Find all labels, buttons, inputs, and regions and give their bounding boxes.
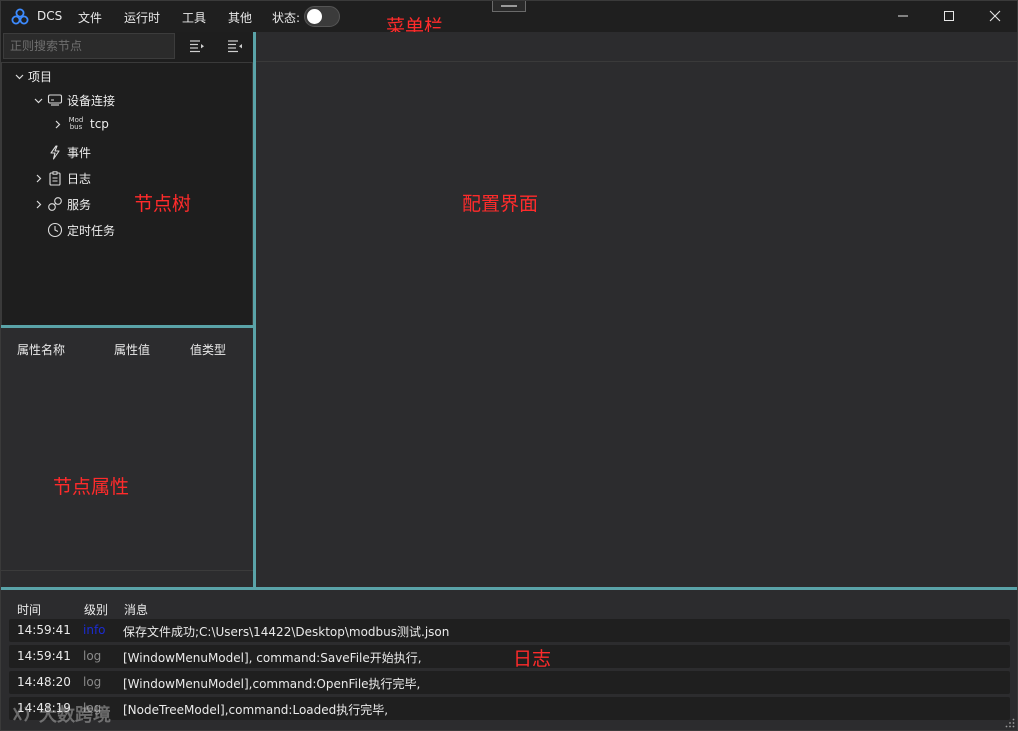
tree-item-label: 定时任务	[67, 223, 116, 238]
expand-all-icon	[190, 40, 204, 53]
log-column-message: 消息	[124, 603, 149, 617]
tree-item-label: tcp	[90, 117, 109, 131]
tree-item-label: 服务	[67, 197, 92, 212]
props-column-name: 属性名称	[17, 343, 66, 357]
title-bar: DCS 文件 运行时 工具 其他 状态: 菜单栏	[1, 1, 1017, 38]
log-time: 14:48:20	[17, 675, 71, 689]
tree-item-scheduled-task[interactable]: 定时任务	[47, 221, 115, 239]
service-link-icon	[47, 196, 63, 212]
log-message: [WindowMenuModel],command:OpenFile执行完毕,	[123, 677, 421, 691]
close-icon	[989, 10, 1001, 22]
menu-runtime[interactable]: 运行时	[124, 9, 160, 26]
log-file-icon	[47, 170, 63, 186]
clock-icon	[47, 222, 63, 238]
modbus-icon-text-bottom: bus	[69, 123, 83, 131]
tree-item-label: 项目	[28, 69, 53, 84]
app-logo-icon	[11, 8, 29, 25]
log-message: 保存文件成功;C:\Users\14422\Desktop\modbus测试.j…	[123, 625, 450, 639]
log-row[interactable]: 14:59:41 log [WindowMenuModel], command:…	[9, 645, 1010, 668]
expand-all-button[interactable]	[186, 35, 208, 57]
status-toggle-knob	[307, 9, 322, 24]
annotation-node-properties: 节点属性	[53, 476, 130, 498]
log-column-time: 时间	[17, 603, 42, 617]
status-toggle[interactable]	[304, 6, 340, 27]
tree-item-label: 设备连接	[67, 93, 116, 108]
collapse-all-icon	[228, 40, 242, 53]
minimize-button[interactable]	[883, 4, 923, 28]
log-row[interactable]: 14:48:20 log [WindowMenuModel],command:O…	[9, 671, 1010, 694]
props-column-type: 值类型	[190, 343, 227, 357]
chevron-down-icon[interactable]	[32, 94, 44, 106]
app-window: DCS 文件 运行时 工具 其他 状态: 菜单栏 正则搜索节点 项目 设备连接 …	[0, 0, 1018, 731]
modbus-icon: Mod bus	[66, 116, 86, 132]
chevron-down-icon[interactable]	[13, 70, 25, 82]
watermark: 大数跨境	[11, 701, 111, 727]
log-level: info	[83, 623, 106, 637]
log-message: [NodeTreeModel],command:Loaded执行完毕,	[123, 703, 389, 717]
resize-grip-icon[interactable]	[1005, 718, 1015, 728]
log-level: log	[83, 649, 102, 663]
log-level: log	[83, 675, 102, 689]
tree-item-service[interactable]: 服务	[32, 195, 91, 213]
app-name: DCS	[37, 9, 63, 23]
tree-item-device-connection[interactable]: 设备连接	[32, 91, 115, 109]
maximize-icon	[944, 11, 954, 21]
node-properties-panel	[1, 328, 253, 587]
config-tab-strip-divider	[256, 61, 1017, 62]
lightning-icon	[47, 144, 63, 160]
chevron-right-icon[interactable]	[32, 172, 44, 184]
annotation-config-panel: 配置界面	[462, 193, 539, 215]
watermark-logo-icon	[13, 706, 30, 722]
device-connection-icon	[47, 92, 63, 108]
chevron-right-icon[interactable]	[32, 198, 44, 210]
tree-item-log[interactable]: 日志	[32, 169, 91, 187]
status-label: 状态:	[272, 11, 301, 25]
menu-file[interactable]: 文件	[78, 9, 102, 26]
chevron-right-icon[interactable]	[51, 118, 63, 130]
drag-handle[interactable]	[492, 1, 526, 12]
tree-item-project[interactable]: 项目	[13, 67, 52, 85]
menu-tools[interactable]: 工具	[182, 9, 206, 26]
minimize-icon	[898, 15, 908, 17]
tree-item-event[interactable]: 事件	[47, 143, 91, 161]
log-message: [WindowMenuModel], command:SaveFile开始执行,	[123, 651, 422, 665]
log-row[interactable]: 14:48:19 log [NodeTreeModel],command:Loa…	[9, 697, 1010, 720]
collapse-all-button[interactable]	[224, 35, 246, 57]
watermark-text: 大数跨境	[39, 705, 111, 726]
tree-item-label: 日志	[67, 171, 92, 186]
props-column-value: 属性值	[114, 343, 151, 357]
node-search-input[interactable]	[3, 33, 175, 59]
log-column-level: 级别	[84, 603, 109, 617]
menu-other[interactable]: 其他	[228, 9, 252, 26]
props-divider	[1, 570, 253, 571]
config-panel	[256, 32, 1017, 587]
annotation-log: 日志	[513, 648, 552, 670]
close-button[interactable]	[975, 4, 1015, 28]
maximize-button[interactable]	[929, 4, 969, 28]
log-row[interactable]: 14:59:41 info 保存文件成功;C:\Users\14422\Desk…	[9, 619, 1010, 642]
tree-item-tcp[interactable]: Mod bus tcp	[51, 115, 109, 133]
tree-item-label: 事件	[67, 145, 92, 160]
annotation-node-tree: 节点树	[134, 193, 192, 215]
log-time: 14:59:41	[17, 623, 71, 637]
log-time: 14:59:41	[17, 649, 71, 663]
